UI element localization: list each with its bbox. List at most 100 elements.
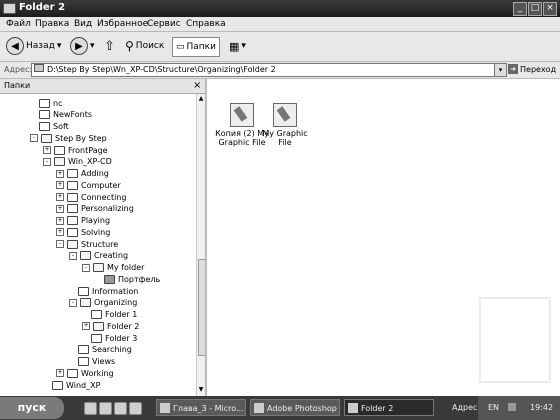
back-arrow-icon: ◀: [6, 37, 24, 55]
menu-tools[interactable]: Сервис: [147, 19, 181, 29]
back-button[interactable]: ◀ Назад ▾: [6, 37, 61, 55]
collapse-icon[interactable]: -: [69, 251, 77, 260]
collapse-icon[interactable]: -: [69, 298, 77, 307]
tree-item-label: Computer: [81, 180, 121, 190]
go-button[interactable]: ➜ Переход: [508, 64, 556, 74]
up-button[interactable]: ⇧: [104, 37, 115, 55]
folder-icon: [67, 216, 78, 225]
address-input[interactable]: D:\Step By Step\Wn_XP-CD\Structure\Organ…: [31, 63, 496, 77]
tree-item[interactable]: - Win_XP-CD: [43, 157, 112, 167]
file-name-line1: My Graphic: [262, 129, 308, 138]
tree-item[interactable]: + Connecting: [56, 192, 126, 202]
tree-item[interactable]: - My folder: [82, 263, 144, 273]
expand-icon[interactable]: +: [56, 369, 64, 378]
address-dropdown[interactable]: ▾: [494, 63, 507, 77]
folder-icon: [52, 380, 63, 390]
folder-icon: [39, 122, 50, 131]
dropdown-arrow-icon[interactable]: ▾: [57, 41, 62, 51]
forward-button[interactable]: ▶ ▾: [70, 37, 95, 55]
tree-item[interactable]: + Solving: [56, 227, 110, 237]
maximize-button[interactable]: □: [528, 2, 542, 16]
collapse-icon[interactable]: -: [30, 134, 38, 143]
menu-view[interactable]: Вид: [74, 19, 92, 29]
tree-item-label: Win_XP-CD: [68, 157, 112, 167]
folder-icon: [39, 98, 50, 108]
tray-icon[interactable]: [508, 403, 516, 411]
tree-item[interactable]: + Folder 2: [82, 321, 139, 331]
dropdown-arrow-icon[interactable]: ▾: [241, 41, 246, 51]
tree-item[interactable]: + Working: [56, 368, 114, 378]
collapse-icon[interactable]: -: [82, 263, 90, 272]
menu-bar: Файл Правка Вид Избранное Сервис Справка: [0, 17, 560, 32]
menu-file[interactable]: Файл: [6, 19, 31, 29]
close-icon[interactable]: ×: [193, 80, 201, 91]
tree-item[interactable]: + FrontPage: [43, 145, 108, 155]
address-toolbar-label[interactable]: Адрес: [452, 403, 477, 412]
menu-favorites[interactable]: Избранное: [97, 19, 148, 29]
collapse-icon[interactable]: -: [56, 240, 64, 248]
quicklaunch-mail-icon[interactable]: [114, 402, 127, 415]
quicklaunch-browser-icon[interactable]: [99, 402, 112, 415]
start-button[interactable]: пуск: [0, 397, 64, 419]
tree-item[interactable]: + Computer: [56, 180, 121, 190]
quicklaunch-desktop-icon[interactable]: [84, 402, 97, 415]
views-grid-icon: ▦: [229, 39, 240, 53]
expand-icon[interactable]: +: [56, 204, 64, 213]
folder-icon: [3, 3, 16, 14]
expand-icon[interactable]: +: [56, 216, 64, 225]
tree-item[interactable]: + Adding: [56, 169, 109, 179]
tree-item[interactable]: - Structure: [56, 239, 118, 249]
explorer-window: Folder 2 _ □ × Файл Правка Вид Избранное…: [0, 0, 560, 420]
search-button[interactable]: ⚲ Поиск: [125, 37, 164, 55]
minimize-button[interactable]: _: [513, 2, 527, 16]
tree-item[interactable]: Folder 1: [82, 310, 137, 320]
expand-icon[interactable]: +: [82, 322, 90, 331]
tree-item[interactable]: + Playing: [56, 216, 110, 226]
task-button-folder[interactable]: Folder 2: [344, 399, 434, 416]
scroll-down-icon[interactable]: ▼: [198, 386, 204, 393]
tree-item[interactable]: Folder 3: [82, 333, 137, 343]
expand-icon[interactable]: +: [56, 181, 64, 190]
address-path: D:\Step By Step\Wn_XP-CD\Structure\Organ…: [47, 65, 276, 74]
folders-button[interactable]: ▭ Папки: [172, 37, 220, 57]
task-label: Глава_3 - Micro...: [173, 404, 244, 413]
folder-icon: [91, 333, 102, 343]
tree-item[interactable]: Wind_XP: [43, 380, 100, 390]
tree-item[interactable]: Soft: [30, 122, 69, 132]
back-label: Назад: [26, 41, 55, 51]
tree-item[interactable]: + Personalizing: [56, 204, 134, 214]
menu-edit[interactable]: Правка: [35, 19, 69, 29]
folder-open-icon: [93, 321, 104, 331]
task-button-word[interactable]: Глава_3 - Micro...: [156, 399, 246, 416]
tree-item[interactable]: Views: [69, 357, 115, 367]
tree-item-label: FrontPage: [68, 145, 108, 155]
close-button[interactable]: ×: [543, 2, 557, 16]
tree-item[interactable]: - Creating: [69, 251, 128, 261]
task-button-photoshop[interactable]: Adobe Photoshop: [250, 399, 340, 416]
expand-icon[interactable]: +: [43, 146, 51, 154]
collapse-icon[interactable]: -: [43, 157, 51, 166]
folder-icon: [34, 64, 44, 72]
title-bar[interactable]: Folder 2 _ □ ×: [0, 0, 560, 17]
tree-item-label: Working: [81, 368, 114, 378]
file-item[interactable]: My Graphic File: [255, 103, 315, 147]
tree-item[interactable]: - Step By Step: [30, 133, 107, 143]
quicklaunch-media-icon[interactable]: [129, 402, 142, 415]
language-indicator[interactable]: EN: [488, 403, 499, 412]
tree-item[interactable]: Searching: [69, 345, 132, 355]
views-button[interactable]: ▦ ▾: [229, 37, 246, 55]
folder-icon: [67, 192, 78, 202]
expand-icon[interactable]: +: [56, 193, 64, 201]
scroll-up-icon[interactable]: ▲: [198, 95, 204, 102]
expand-icon[interactable]: +: [56, 228, 64, 237]
expand-icon[interactable]: +: [56, 169, 64, 178]
tree-item[interactable]: - Organizing: [69, 298, 137, 308]
tree-item[interactable]: nc: [30, 98, 62, 108]
tree-item[interactable]: Портфель: [95, 274, 160, 284]
dropdown-arrow-icon[interactable]: ▾: [90, 41, 95, 51]
tree-item-label: NewFonts: [53, 110, 93, 120]
folders-pane-title: Папки: [4, 81, 31, 90]
tree-item[interactable]: Information: [69, 286, 138, 296]
tree-item[interactable]: NewFonts: [30, 110, 92, 120]
menu-help[interactable]: Справка: [186, 19, 226, 29]
